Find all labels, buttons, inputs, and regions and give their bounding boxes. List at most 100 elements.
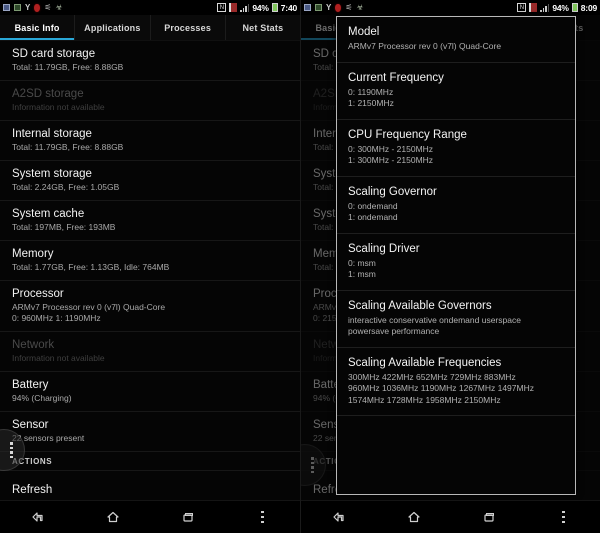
list-item-title: SD card storage: [12, 48, 96, 60]
home-button[interactable]: [75, 501, 150, 533]
dialog-row-value: interactive conservative ondemand usersp…: [348, 314, 521, 337]
tab-bar[interactable]: Basic Info Applications Processes Net St…: [0, 15, 300, 41]
dialog-row: Scaling Driver 0: msm 1: msm: [337, 234, 575, 291]
dialog-row-title: CPU Frequency Range: [348, 128, 467, 141]
status-bar-clock: 8:09: [580, 2, 597, 13]
dialog-row-title: Current Frequency: [348, 71, 444, 84]
dialog-row-value: ARMv7 Processor rev 0 (v7l) Quad-Core: [348, 41, 502, 51]
dialog-row-value: 0: 1190MHz 1: 2150MHz: [348, 86, 394, 109]
info-list: SD card storage Total: 11.79GB, Free: 8.…: [0, 41, 300, 533]
list-item-title: Internal storage: [12, 128, 92, 140]
status-bar-left-icons: Y ⚟ ☣: [3, 3, 63, 12]
sync-square-icon: [304, 4, 311, 11]
list-item[interactable]: SD card storage Total: 11.79GB, Free: 8.…: [0, 41, 300, 81]
back-button[interactable]: [0, 501, 75, 533]
recents-button[interactable]: [150, 501, 225, 533]
dialog-row-title: Scaling Governor: [348, 185, 437, 198]
home-icon: [407, 511, 420, 523]
list-item[interactable]: Processor ARMv7 Processor rev 0 (v7l) Qu…: [0, 281, 300, 332]
list-item-sub: Information not available: [12, 102, 105, 112]
status-bar-right-icons: N 94% 8:09: [517, 3, 597, 13]
dialog-row-title: Model: [348, 26, 380, 38]
dialog-row-value: 0: 300MHz - 2150MHz 1: 300MHz - 2150MHz: [348, 143, 434, 166]
dialog-row: Current Frequency 0: 1190MHz 1: 2150MHz: [337, 63, 575, 120]
recents-button[interactable]: [451, 501, 526, 533]
dialog-row-value: 300MHz 422MHz 652MHz 729MHz 883MHz 960MHz…: [348, 371, 534, 405]
sms-square-icon: [315, 4, 322, 11]
list-item-title: Memory: [12, 248, 54, 260]
y-glyph-icon: Y: [326, 3, 332, 12]
menu-button[interactable]: [225, 501, 300, 533]
home-button[interactable]: [376, 501, 451, 533]
status-bar-right-icons: N 94% 7:40: [217, 3, 297, 13]
menu-button[interactable]: [526, 501, 600, 533]
navigation-bar[interactable]: [301, 500, 600, 533]
list-item-title: System cache: [12, 208, 85, 220]
list-item[interactable]: A2SD storage Information not available: [0, 81, 300, 121]
dialog-row: Scaling Available Governors interactive …: [337, 291, 575, 348]
battery-percent-label: 94%: [252, 2, 269, 13]
list-item[interactable]: Network Information not available: [0, 332, 300, 372]
cpu-details-dialog: Model ARMv7 Processor rev 0 (v7l) Quad-C…: [336, 16, 576, 495]
android-icon: ☣: [356, 3, 364, 12]
list-item[interactable]: System storage Total: 2.24GB, Free: 1.05…: [0, 161, 300, 201]
back-button[interactable]: [301, 501, 376, 533]
tab-applications[interactable]: Applications: [75, 15, 151, 40]
battery-icon: [571, 3, 578, 12]
dialog-row: Model ARMv7 Processor rev 0 (v7l) Quad-C…: [337, 17, 575, 63]
status-bar-left-icons: Y ⚟ ☣: [304, 3, 364, 12]
dialog-row: CPU Frequency Range 0: 300MHz - 2150MHz 1…: [337, 120, 575, 177]
list-item[interactable]: Memory Total: 1.77GB, Free: 1.13GB, Idle…: [0, 241, 300, 281]
list-item-sub: ARMv7 Processor rev 0 (v7l) Quad-Core0: …: [12, 302, 166, 323]
right-phone-screen: Y ⚟ ☣ N 94% 8:09 Basic Info Applications…: [300, 0, 600, 533]
navigation-bar[interactable]: [0, 500, 300, 533]
nfc-icon: N: [517, 3, 527, 12]
android-icon: ☣: [55, 3, 63, 12]
menu-kebab-icon: [261, 510, 264, 524]
list-item-title: Network: [12, 339, 55, 351]
tab-net-stats[interactable]: Net Stats: [226, 15, 300, 40]
list-item-title: System storage: [12, 168, 92, 180]
list-item-title: Processor: [12, 288, 64, 300]
drag-handle-dots-icon: [10, 442, 13, 458]
dual-screenshot-container: Y ⚟ ☣ N 94% 7:40 Basic Info Applications…: [0, 0, 600, 533]
battery-percent-label: 94%: [552, 2, 569, 13]
dialog-row-title: Scaling Driver: [348, 242, 420, 255]
tab-processes[interactable]: Processes: [151, 15, 226, 40]
dialog-row-value: 0: msm 1: msm: [348, 257, 376, 280]
dialog-row-title: Scaling Available Frequencies: [348, 356, 502, 369]
list-item-sub: Total: 197MB, Free: 193MB: [12, 222, 116, 232]
sync-square-icon: [3, 4, 10, 11]
drop-red-icon: [335, 3, 342, 12]
list-item-sub: 94% (Charging): [12, 393, 72, 403]
signal-bars-icon: [240, 3, 250, 12]
list-item-title: A2SD storage: [12, 88, 84, 100]
y-glyph-icon: Y: [25, 3, 31, 12]
status-bar: Y ⚟ ☣ N 94% 7:40: [0, 0, 300, 15]
list-item[interactable]: System cache Total: 197MB, Free: 193MB: [0, 201, 300, 241]
dialog-row-value: 0: ondemand 1: ondemand: [348, 200, 398, 223]
list-item[interactable]: Sensor 22 sensors present: [0, 412, 300, 452]
sms-square-icon: [14, 4, 21, 11]
list-item-sub: Total: 2.24GB, Free: 1.05GB: [12, 182, 120, 192]
list-item[interactable]: Battery 94% (Charging): [0, 372, 300, 412]
dialog-row-title: Scaling Available Governors: [348, 299, 492, 312]
signal-bars-icon: [540, 3, 550, 12]
tab-basic-info[interactable]: Basic Info: [0, 15, 76, 40]
list-item-sub: Total: 1.77GB, Free: 1.13GB, Idle: 764MB: [12, 262, 170, 272]
dialog-row: Scaling Available Frequencies 300MHz 422…: [337, 348, 575, 416]
nfc-icon: N: [217, 3, 227, 12]
home-icon: [106, 511, 119, 523]
list-item-sub: Total: 11.79GB, Free: 8.88GB: [12, 142, 124, 152]
recents-icon: [483, 513, 494, 522]
drag-handle-dots-icon: [311, 457, 314, 473]
status-bar-clock: 7:40: [280, 2, 297, 13]
dialog-row: Scaling Governor 0: ondemand 1: ondemand: [337, 177, 575, 234]
bluetooth-icon: ⚟: [44, 3, 52, 12]
drop-red-icon: [34, 3, 41, 12]
list-item-title: Battery: [12, 379, 49, 391]
left-phone-screen: Y ⚟ ☣ N 94% 7:40 Basic Info Applications…: [0, 0, 300, 533]
app-notification-icon: [529, 3, 538, 12]
section-header-actions: ACTIONS: [0, 452, 300, 471]
list-item[interactable]: Internal storage Total: 11.79GB, Free: 8…: [0, 121, 300, 161]
